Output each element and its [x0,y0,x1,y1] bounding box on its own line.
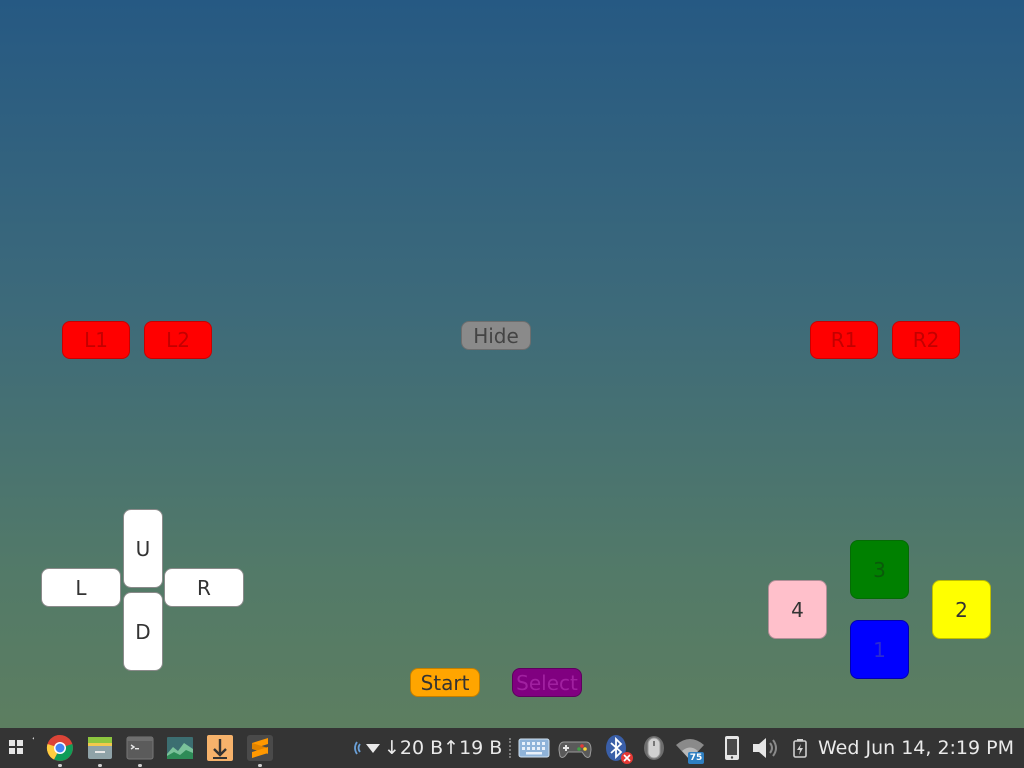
start-button[interactable]: Start [410,668,480,697]
keyboard-icon[interactable] [518,734,550,762]
clock[interactable]: Wed Jun 14, 2:19 PM [818,737,1014,759]
mouse-icon[interactable] [640,734,668,762]
terminal-icon[interactable] [126,734,154,762]
dpad-up-button[interactable]: U [123,509,163,588]
file-manager-running-indicator [98,764,102,767]
battery-icon[interactable] [788,734,812,762]
app-grid-icon[interactable] [6,734,40,762]
chrome-icon[interactable] [46,734,74,762]
dpad-left-button[interactable]: L [41,568,121,607]
action-button-3[interactable]: 3 [850,540,909,599]
dpad-down-button[interactable]: D [123,592,163,671]
r2-button[interactable]: R2 [892,321,960,359]
bluetooth-icon[interactable] [602,734,636,764]
gamepad-icon[interactable] [558,734,592,762]
action-button-2[interactable]: 2 [932,580,991,639]
terminal-running-indicator [138,764,142,767]
phone-icon[interactable] [718,734,746,762]
r1-button[interactable]: R1 [810,321,878,359]
download-manager-icon[interactable] [206,734,234,762]
network-speed-text: ↓20 B↑19 B [384,737,503,759]
l2-button[interactable]: L2 [144,321,212,359]
hide-button[interactable]: Hide [461,321,531,350]
tray-separator [509,738,514,758]
select-button[interactable]: Select [512,668,582,697]
wifi-signal-badge: 75 [688,752,704,764]
volume-icon[interactable] [750,734,782,762]
file-manager-icon[interactable] [86,734,114,762]
chrome-running-indicator [58,764,62,767]
action-button-1[interactable]: 1 [850,620,909,679]
dpad-right-button[interactable]: R [164,568,244,607]
sublime-text-icon[interactable] [246,734,274,762]
network-activity-icon[interactable] [350,734,384,762]
l1-button[interactable]: L1 [62,321,130,359]
sublime-running-indicator [258,764,262,767]
system-monitor-icon[interactable] [166,734,194,762]
action-button-4[interactable]: 4 [768,580,827,639]
